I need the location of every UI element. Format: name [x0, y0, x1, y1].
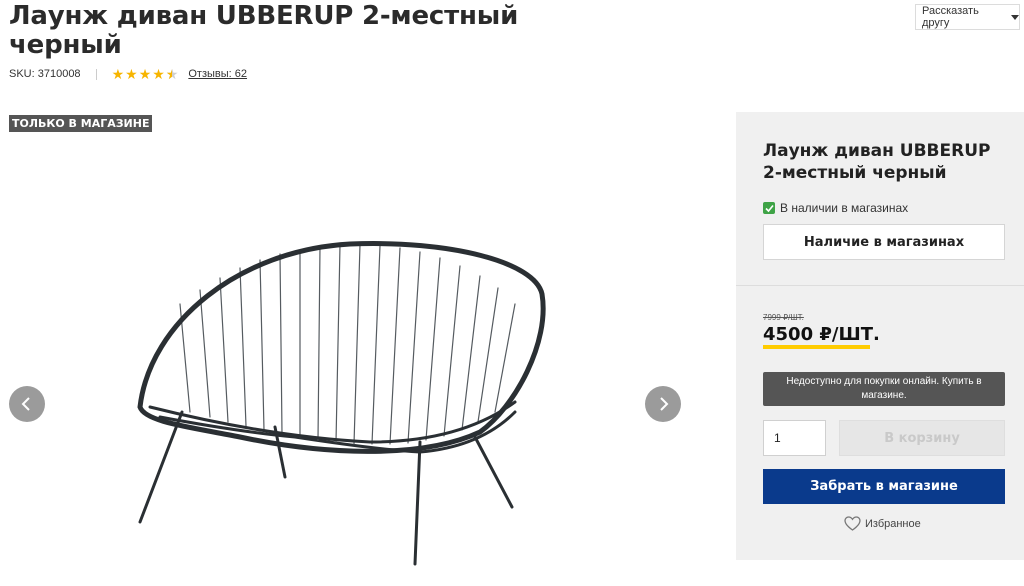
stock-text: В наличии в магазинах	[780, 201, 909, 215]
panel-product-title: Лаунж диван UBBERUP 2-местный черный	[763, 141, 991, 183]
share-label: Рассказать другу	[922, 5, 979, 29]
favorite-label: Избранное	[865, 517, 921, 530]
favorite-button[interactable]: Избранное	[844, 516, 921, 531]
product-title: Лаунж диван UBBERUP 2-местный черный	[9, 1, 519, 60]
price-highlight	[763, 345, 870, 349]
current-price: 4500 ₽/ШТ.	[763, 324, 880, 345]
add-to-cart-button[interactable]: В корзину	[839, 420, 1005, 456]
quantity-input[interactable]	[763, 420, 826, 456]
product-image	[137, 241, 546, 566]
rating-stars: ★ ★ ★ ★ ★	[112, 67, 179, 81]
meta-divider	[95, 68, 97, 80]
old-price: 7999 ₽/ШТ.	[763, 313, 804, 322]
product-meta: SKU: 3710008 ★ ★ ★ ★ ★ Отзывы: 62	[9, 66, 247, 82]
star-icon: ★	[125, 66, 138, 82]
caret-down-icon	[1011, 14, 1019, 20]
unavailable-online-notice: Недоступно для покупки онлайн. Купить в …	[763, 372, 1005, 406]
buy-panel: Лаунж диван UBBERUP 2-местный черный В н…	[736, 112, 1024, 560]
star-half-icon: ★	[166, 67, 179, 81]
store-availability-button[interactable]: Наличие в магазинах	[763, 224, 1005, 260]
heart-icon	[844, 516, 861, 531]
reviews-link[interactable]: Отзывы: 62	[188, 68, 247, 80]
panel-divider	[736, 285, 1024, 286]
share-dropdown[interactable]: Рассказать другу	[915, 4, 1020, 30]
chevron-left-icon	[21, 397, 30, 411]
pickup-in-store-button[interactable]: Забрать в магазине	[763, 469, 1005, 504]
star-icon: ★	[152, 66, 165, 82]
star-icon: ★	[111, 66, 125, 82]
check-icon	[763, 202, 775, 214]
next-image-button[interactable]	[645, 386, 681, 422]
sku: SKU: 3710008	[9, 68, 81, 80]
previous-image-button[interactable]	[9, 386, 45, 422]
in-store-only-badge: ТОЛЬКО В МАГАЗИНЕ	[9, 115, 153, 132]
chevron-right-icon	[660, 397, 669, 411]
star-icon: ★	[138, 66, 152, 82]
stock-status: В наличии в магазинах	[763, 201, 908, 215]
